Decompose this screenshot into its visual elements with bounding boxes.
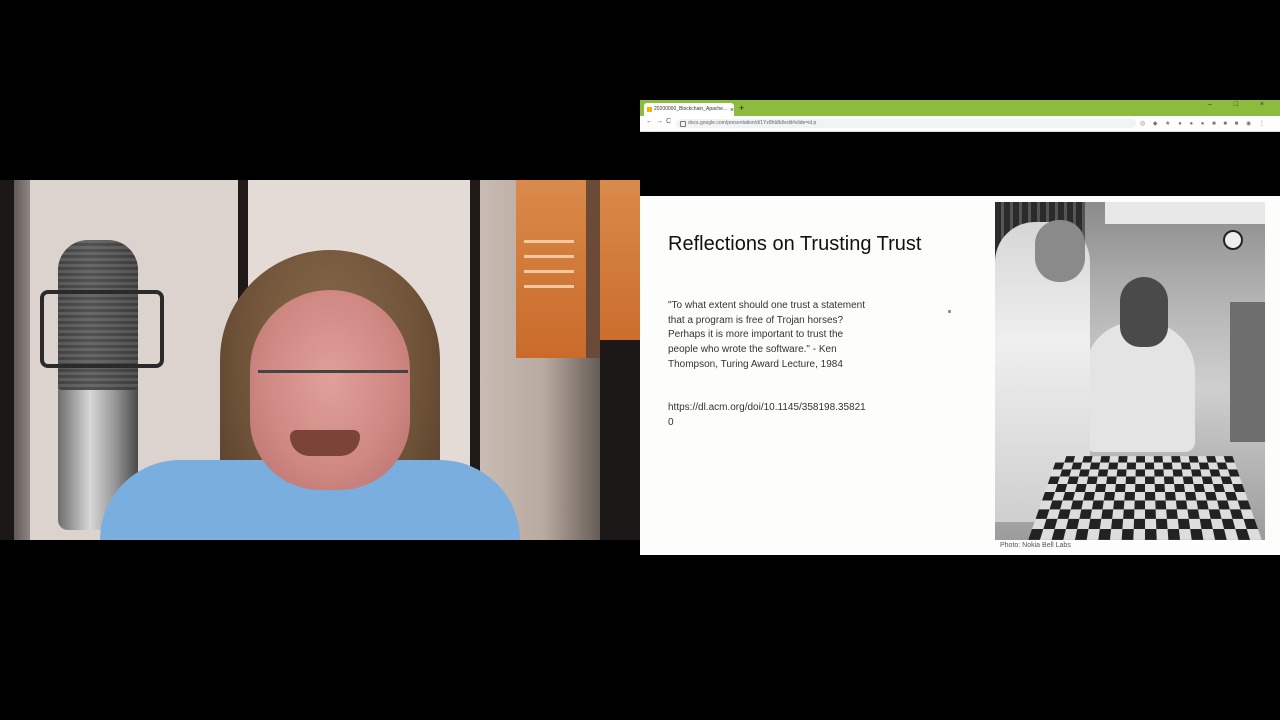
mic-stand: [0, 180, 14, 540]
photo-credit: Photo: Nokia Bell Labs: [1000, 542, 1071, 549]
browser-toolbar: ← → C docs.google.com/presentation/d/1Yz…: [640, 116, 1280, 132]
new-tab-button[interactable]: +: [739, 102, 744, 114]
browser-tab[interactable]: 20200000_Blockchain_Apache... ×: [644, 103, 734, 116]
mouse-cursor-icon: [948, 310, 951, 313]
slide-photo: [995, 202, 1265, 540]
presenter-glasses: [258, 370, 408, 411]
slides-favicon-icon: [647, 107, 652, 112]
back-arrow-icon[interactable]: ←: [646, 118, 653, 125]
presenter: [100, 250, 520, 540]
browser-tab-bar: 20200000_Blockchain_Apache... × + – □ ×: [640, 100, 1280, 116]
lock-icon: [680, 121, 686, 127]
screen-share: 20200000_Blockchain_Apache... × + – □ × …: [640, 100, 1280, 555]
reload-icon[interactable]: C: [666, 118, 671, 125]
extension-icons[interactable]: ◎ ◆ ★ ● ● ● ■ ■ ■ ◉ ⋮: [1140, 120, 1276, 128]
presentation-slide: Reflections on Trusting Trust "To what e…: [640, 196, 1280, 555]
presenter-mouth: [290, 430, 360, 456]
window-controls[interactable]: – □ ×: [1208, 101, 1274, 108]
standing-person-head: [1035, 220, 1085, 282]
ceiling-lights: [1105, 202, 1265, 224]
address-bar[interactable]: docs.google.com/presentation/d/1Yz8hb8d/…: [676, 119, 1136, 128]
slide-link[interactable]: https://dl.acm.org/doi/10.1145/358198.35…: [668, 401, 868, 430]
address-bar-url: docs.google.com/presentation/d/1Yz8hb8d/…: [688, 120, 817, 126]
seated-person-head: [1120, 277, 1168, 347]
webcam-video: [0, 180, 640, 540]
wall-poster: [516, 180, 640, 358]
slide-title: Reflections on Trusting Trust: [668, 233, 922, 255]
computer-terminal: [1230, 302, 1265, 442]
browser-tab-title: 20200000_Blockchain_Apache...: [654, 106, 728, 112]
forward-arrow-icon[interactable]: →: [656, 118, 663, 125]
wall-clock-icon: [1223, 230, 1243, 250]
close-tab-icon[interactable]: ×: [730, 104, 734, 116]
chess-board: [1028, 456, 1262, 540]
slide-quote: "To what extent should one trust a state…: [668, 300, 865, 370]
chair-back: [600, 340, 640, 540]
